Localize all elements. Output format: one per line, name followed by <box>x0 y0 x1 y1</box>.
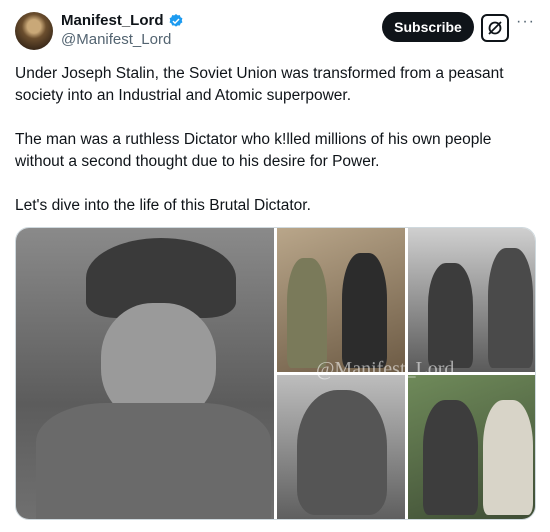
media-photo-5[interactable] <box>408 375 535 519</box>
media-photo-portrait[interactable] <box>16 228 274 519</box>
tweet-card: Manifest_Lord @Manifest_Lord Subscribe ·… <box>0 0 550 532</box>
media-grid: @Manifest_Lord <box>15 227 536 520</box>
subscribe-button[interactable]: Subscribe <box>382 12 474 42</box>
media-watermark: @Manifest_Lord <box>316 358 455 380</box>
verified-badge-icon <box>169 13 182 27</box>
grok-icon[interactable] <box>481 14 509 42</box>
tweet-paragraph-2: The man was a ruthless Dictator who k!ll… <box>15 131 492 170</box>
tweet-paragraph-3: Let's dive into the life of this Brutal … <box>15 197 311 214</box>
grok-glyph-icon <box>488 21 502 35</box>
more-options-icon[interactable]: ··· <box>516 14 535 30</box>
user-handle[interactable]: @Manifest_Lord <box>61 31 171 48</box>
media-photo-2[interactable] <box>277 228 405 372</box>
display-name[interactable]: Manifest_Lord <box>61 12 164 29</box>
media-photo-4[interactable] <box>277 375 405 519</box>
media-photo-3[interactable] <box>408 228 535 372</box>
avatar[interactable] <box>15 12 53 50</box>
author-name-row: Manifest_Lord <box>61 12 184 29</box>
tweet-text: Under Joseph Stalin, the Soviet Union wa… <box>15 63 540 217</box>
tweet-paragraph-1: Under Joseph Stalin, the Soviet Union wa… <box>15 65 504 104</box>
